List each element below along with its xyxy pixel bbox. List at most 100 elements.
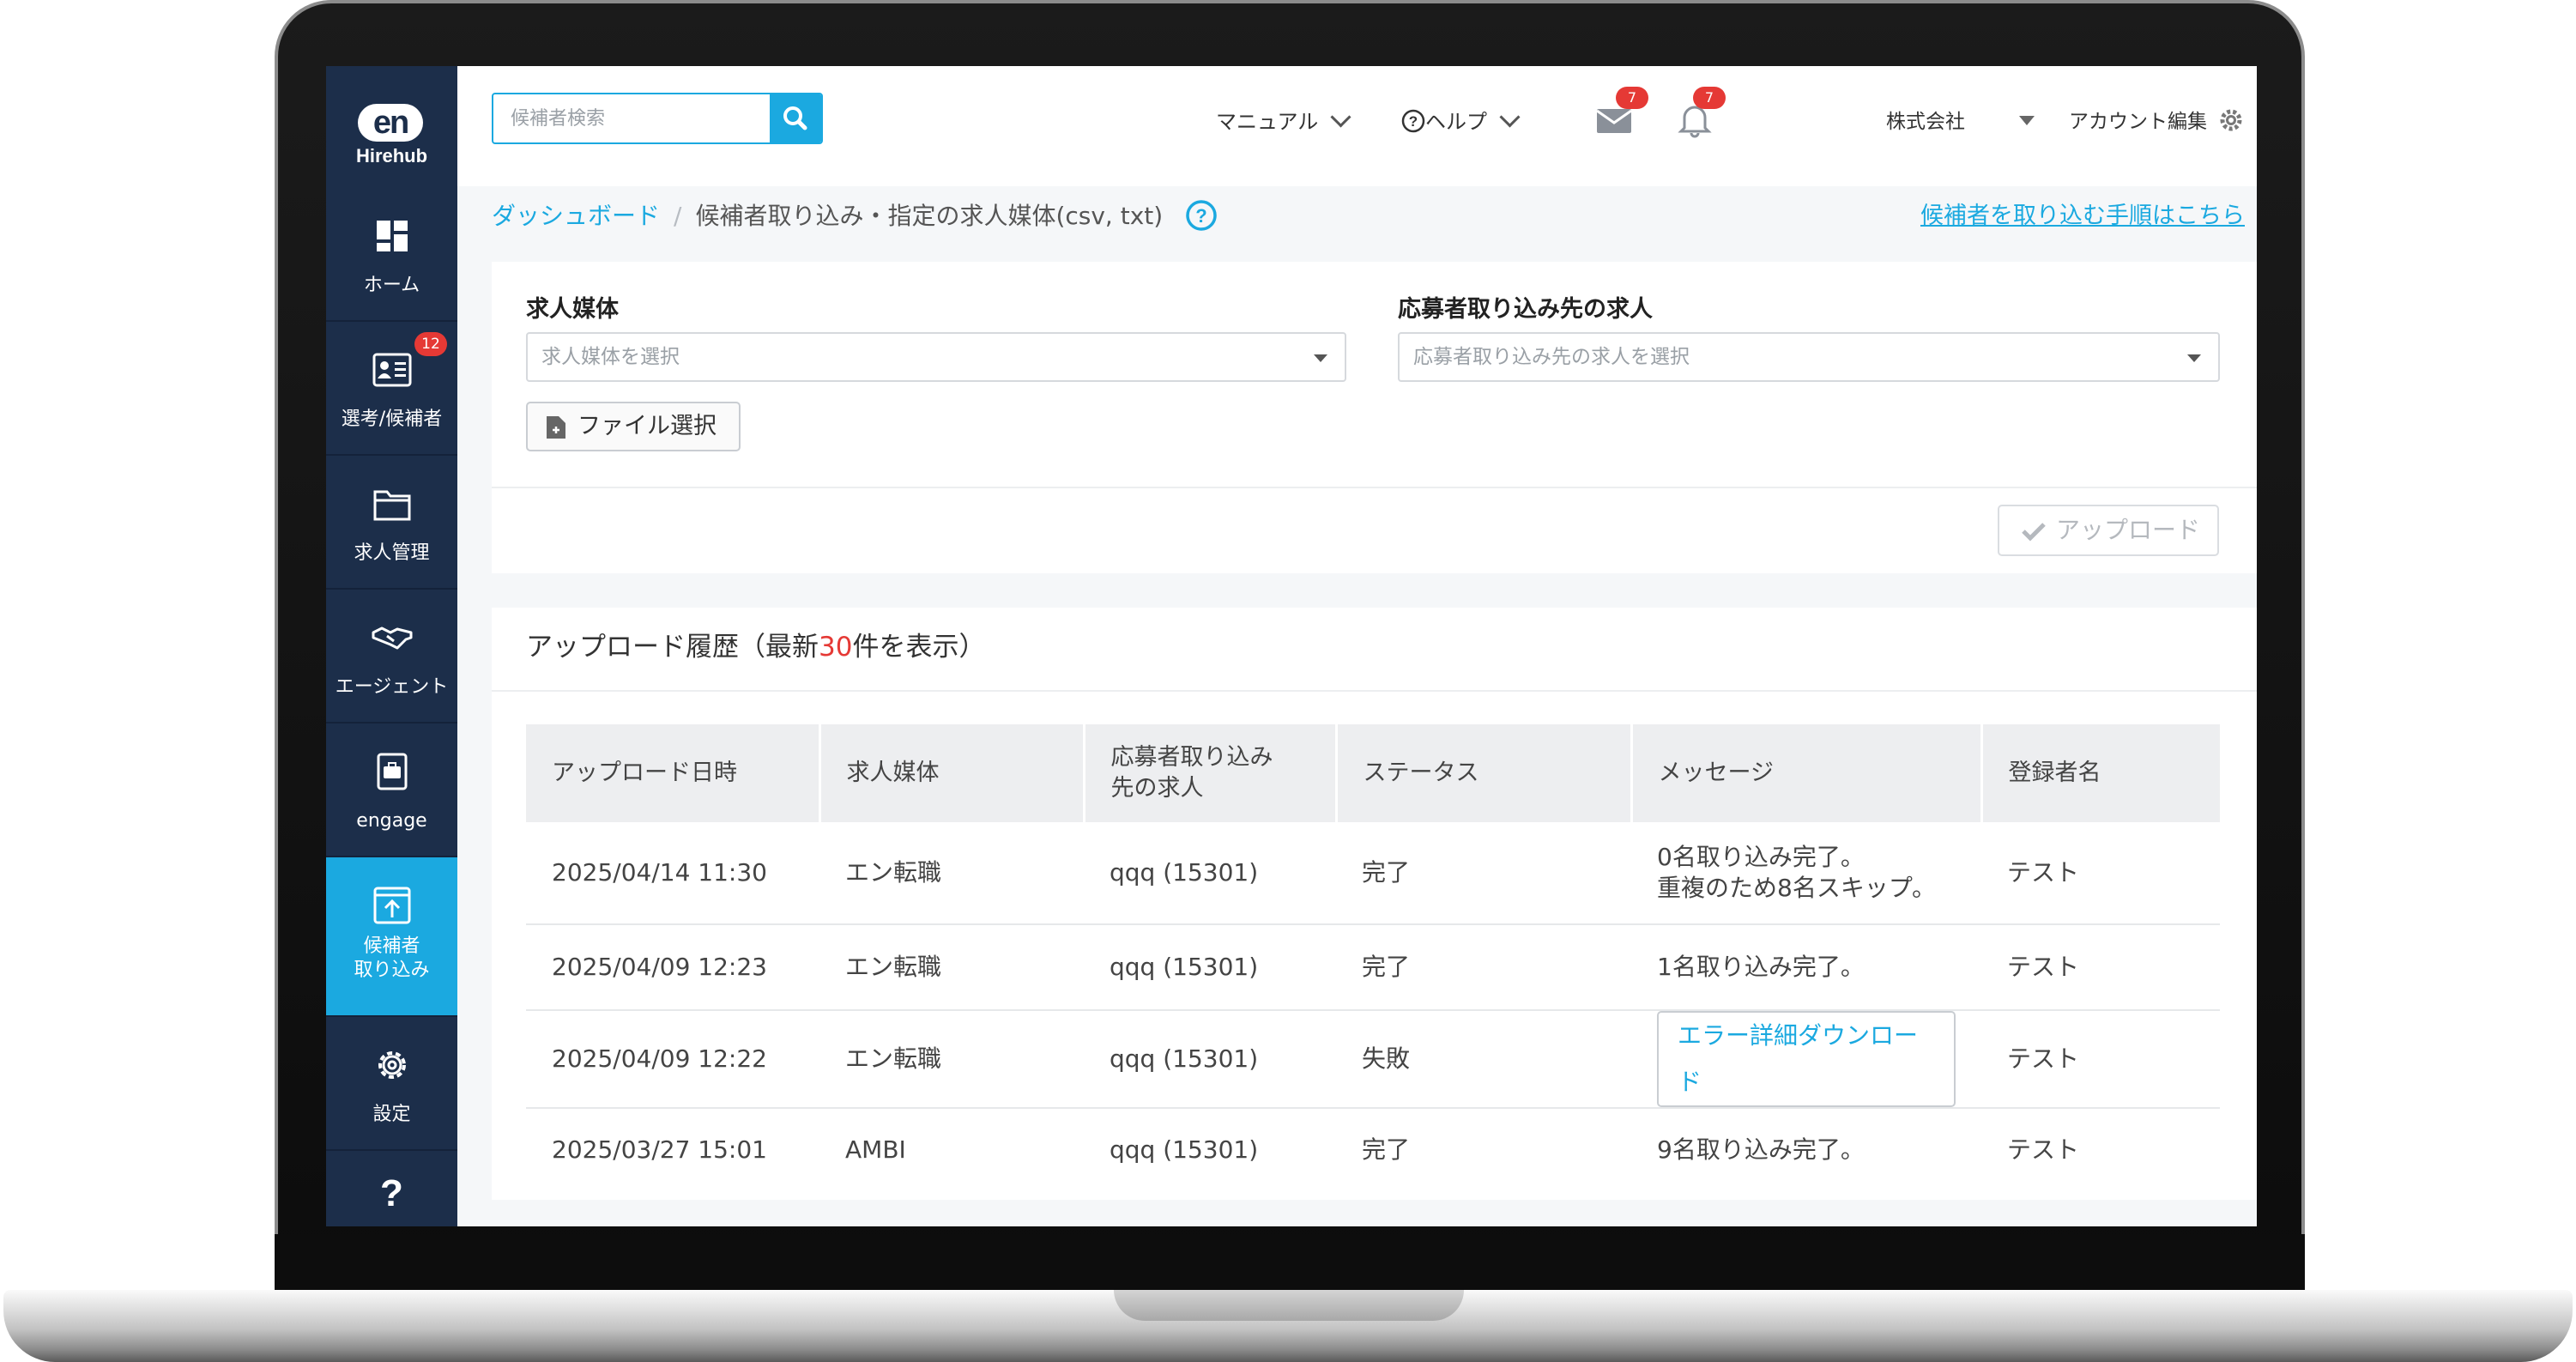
logo-mark: en — [358, 104, 423, 142]
column-header: 応募者取り込み先の求人 — [1084, 724, 1338, 822]
company-name: 株式会社 — [1886, 111, 1965, 133]
upload-button[interactable]: アップロード — [1998, 505, 2219, 556]
registrant-name: テスト — [2007, 1135, 2080, 1164]
table-row: 2025/04/09 12:23 エン転職 qqq (15301) 完了 1名取… — [526, 924, 2220, 1011]
caret-down-icon — [2187, 354, 2201, 362]
sidebar-item-label: 設定 — [372, 1104, 411, 1125]
import-guide-link[interactable]: 候補者を取り込む手順はこちら — [1920, 197, 2245, 236]
sidebar-item-agent[interactable]: エージェント — [326, 590, 457, 723]
error-detail-download-button[interactable]: エラー詳細ダウンロード — [1657, 1011, 1956, 1107]
sidebar-item-import[interactable]: 候補者 取り込み — [326, 857, 457, 1017]
media-label: 求人媒体 — [526, 296, 619, 323]
sidebar-item-label: engage — [356, 810, 427, 832]
job-media: AMBI — [845, 1135, 906, 1164]
column-header: アップロード日時 — [526, 724, 821, 822]
job-media: エン転職 — [819, 822, 1084, 925]
dashboard-icon — [376, 221, 408, 251]
upload-datetime: 2025/04/14 11:30 — [526, 822, 819, 925]
status-text: 完了 — [1336, 822, 1631, 925]
search-input[interactable] — [493, 94, 802, 142]
breadcrumb-dashboard-link[interactable]: ダッシュボード — [492, 202, 660, 230]
search-icon — [783, 106, 807, 130]
sidebar-item-settings[interactable]: 設定 — [326, 1017, 457, 1151]
file-add-icon — [547, 416, 565, 439]
sidebar-item-home[interactable]: ホーム — [326, 188, 457, 322]
caret-down-icon — [2019, 116, 2035, 125]
question-circle-icon[interactable]: ? — [1184, 198, 1218, 233]
upload-datetime: 2025/04/09 12:22 — [526, 1010, 819, 1109]
logo-brand: Hirehub — [355, 145, 428, 166]
target-job-select[interactable]: 応募者取り込み先の求人を選択 — [1398, 332, 2220, 382]
help-menu[interactable]: ? ヘルプ — [1401, 106, 1521, 136]
manual-menu[interactable]: マニュアル — [1216, 106, 1351, 136]
candidates-count-badge: 12 — [414, 332, 447, 356]
company-dropdown[interactable] — [2019, 104, 2035, 133]
breadcrumb: ダッシュボード / 候補者取り込み・指定の求人媒体(csv, txt) — [492, 195, 1163, 238]
status-text: 失敗 — [1336, 1010, 1631, 1109]
sidebar-item-label: エージェント — [335, 676, 449, 698]
table-row: 2025/04/14 11:30 エン転職 qqq (15301) 完了 0名取… — [526, 822, 2220, 925]
check-icon — [2022, 523, 2046, 542]
breadcrumb-separator: / — [674, 202, 682, 230]
candidate-search — [492, 93, 823, 144]
top-header: マニュアル ? ヘルプ 7 7 株式会社 アカ — [457, 66, 2257, 186]
briefcase-doc-icon — [377, 753, 407, 790]
mail-button[interactable]: 7 — [1593, 87, 1648, 140]
column-header: 登録者名 — [1981, 724, 2220, 822]
column-header: メッセージ — [1631, 724, 1983, 822]
table-row: 2025/03/27 15:01 AMBI qqq (15301) 完了 9名取… — [526, 1108, 2220, 1191]
message: 0名取り込み完了。 重複のため8名スキップ。 — [1631, 822, 1981, 925]
history-divider — [492, 690, 2257, 692]
question-circle-icon: ? — [1401, 109, 1425, 133]
import-icon — [373, 887, 410, 924]
form-divider — [492, 487, 2257, 488]
media-select[interactable]: 求人媒体を選択 — [526, 332, 1346, 382]
sidebar-item-candidates[interactable]: 12 選考/候補者 — [326, 322, 457, 456]
table-header-row: アップロード日時 求人媒体 応募者取り込み先の求人 ステータス メッセージ 登録… — [526, 724, 2220, 822]
upload-history-table: アップロード日時 求人媒体 応募者取り込み先の求人 ステータス メッセージ 登録… — [526, 724, 2220, 1191]
target-job-label: 応募者取り込み先の求人 — [1398, 296, 1653, 323]
upload-datetime: 2025/03/27 15:01 — [552, 1135, 767, 1164]
message: 9名取り込み完了。 — [1657, 1135, 1865, 1164]
registrant-name: テスト — [1981, 1010, 2220, 1109]
target-job: qqq (15301) — [1084, 822, 1336, 925]
sidebar-item-engage[interactable]: engage — [326, 723, 457, 857]
gear-icon — [378, 1051, 406, 1079]
chevron-down-icon — [1330, 106, 1351, 128]
sidebar-item-label: 選考/候補者 — [341, 409, 443, 430]
mail-count-badge: 7 — [1616, 87, 1648, 109]
account-edit-link[interactable]: アカウント編集 — [2069, 107, 2244, 136]
job-media: エン転職 — [819, 1010, 1084, 1109]
app-logo[interactable]: en Hirehub — [326, 66, 457, 188]
sidebar-item-label: ホーム — [363, 275, 420, 296]
file-select-button[interactable]: ファイル選択 — [526, 402, 741, 451]
message: エラー詳細ダウンロード — [1631, 1010, 1981, 1109]
folder-icon — [373, 490, 410, 521]
message: 1名取り込み完了。 — [1631, 924, 1981, 1011]
sidebar-item-label: 求人管理 — [354, 542, 430, 564]
svg-text:?: ? — [1409, 113, 1418, 130]
sidebar-item-label: 候補者 取り込み — [354, 935, 430, 981]
breadcrumb-current: 候補者取り込み・指定の求人媒体(csv, txt) — [695, 202, 1164, 230]
column-header: 求人媒体 — [819, 724, 1085, 822]
history-title: アップロード履歴（最新30件を表示） — [526, 632, 986, 663]
caret-down-icon — [1314, 354, 1327, 362]
gear-icon — [2220, 109, 2242, 131]
notification-count-badge: 7 — [1693, 87, 1726, 109]
sidebar-help-icon[interactable]: ? — [326, 1151, 457, 1226]
target-job: qqq (15301) — [1084, 924, 1336, 1011]
sidebar: en Hirehub ホーム 12 選考/候補者 求人管理 エージェント eng… — [326, 66, 457, 1226]
search-button[interactable] — [770, 94, 821, 142]
app-screen: en Hirehub ホーム 12 選考/候補者 求人管理 エージェント eng… — [326, 66, 2257, 1226]
sidebar-item-jobs[interactable]: 求人管理 — [326, 456, 457, 590]
column-header: ステータス — [1336, 724, 1633, 822]
notification-button[interactable]: 7 — [1674, 87, 1726, 140]
laptop-bezel — [275, 1234, 2305, 1298]
target-job: qqq (15301) — [1110, 1135, 1259, 1164]
id-card-icon — [372, 353, 411, 387]
table-row: 2025/04/09 12:22 エン転職 qqq (15301) 失敗 エラー… — [526, 1010, 2220, 1109]
registrant-name: テスト — [1981, 822, 2220, 925]
upload-form-card: 求人媒体 求人媒体を選択 応募者取り込み先の求人 応募者取り込み先の求人を選択 … — [492, 262, 2257, 573]
laptop-notch — [1114, 1290, 1464, 1321]
upload-history-card: アップロード履歴（最新30件を表示） アップロード日時 求人媒体 応募者取り込み… — [492, 608, 2257, 1200]
